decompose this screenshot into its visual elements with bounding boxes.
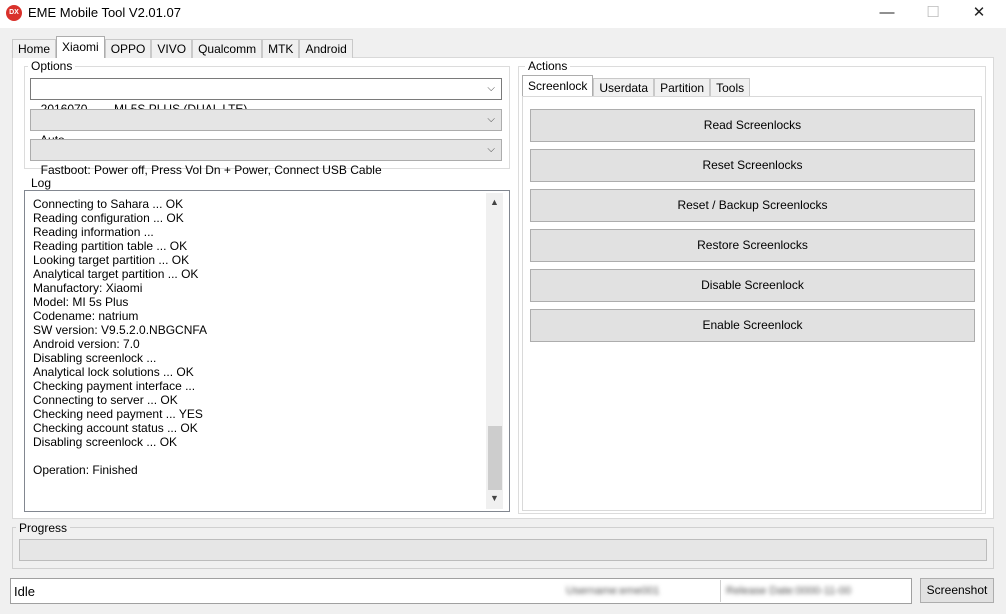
log-line: Operation: Finished [33, 463, 138, 477]
tab-partition[interactable]: Partition [654, 78, 711, 97]
disable-screenlock-button[interactable]: Disable Screenlock [530, 269, 975, 302]
log-line: Reading configuration ... OK [33, 211, 184, 225]
log-line: SW version: V9.5.2.0.NBGCNFA [33, 323, 208, 337]
username-text: Username:eme001 [566, 585, 660, 597]
log-label: Log [28, 176, 55, 190]
app-icon: DX [6, 5, 22, 21]
tab-vivo[interactable]: VIVO [151, 39, 193, 58]
tab-screenlock[interactable]: Screenlock [522, 75, 594, 97]
log-line: Android version: 7.0 [33, 337, 140, 351]
chevron-down-icon: ⌵ [487, 83, 495, 94]
maximize-button[interactable]: ☐ [910, 0, 956, 28]
log-line: Disabling screenlock ... [33, 351, 157, 365]
read-screenlocks-button[interactable]: Read Screenlocks [530, 109, 975, 142]
actions-label: Actions [525, 59, 571, 73]
minimize-icon: — [879, 4, 895, 21]
progress-label: Progress [16, 521, 71, 535]
scroll-down-icon[interactable]: ▼ [490, 493, 499, 503]
chevron-down-icon: ⌵ [487, 144, 495, 155]
log-line: Disabling screenlock ... OK [33, 435, 178, 449]
log-line: Checking need payment ... YES [33, 407, 203, 421]
log-line: Connecting to Sahara ... OK [33, 197, 184, 211]
log-line: Codename: natrium [33, 309, 139, 323]
reset-backup-screenlocks-button[interactable]: Reset / Backup Screenlocks [530, 189, 975, 222]
mode-select[interactable]: Auto ⌵ [30, 109, 502, 147]
tab-tools[interactable]: Tools [710, 78, 751, 97]
maximize-icon: ☐ [926, 4, 940, 21]
log-line: Analytical lock solutions ... OK [33, 365, 194, 379]
model-select[interactable]: 2016070 MI 5S PLUS (DUAL LTE) ⌵ [30, 78, 502, 116]
tab-qualcomm[interactable]: Qualcomm [192, 39, 263, 58]
tab-home[interactable]: Home [12, 39, 57, 58]
log-line: Reading information ... [33, 225, 154, 239]
log-line: Connecting to server ... OK [33, 393, 178, 407]
status-divider [720, 580, 721, 602]
scroll-up-icon[interactable]: ▲ [490, 197, 499, 207]
method-select-value: Fastboot: Power off, Press Vol Dn + Powe… [40, 163, 382, 177]
actions-tab-strip: Screenlock Userdata Partition Tools [522, 75, 751, 97]
log-line: Model: MI 5s Plus [33, 295, 129, 309]
tab-userdata[interactable]: Userdata [593, 78, 655, 97]
options-label: Options [28, 59, 76, 73]
enable-screenlock-button[interactable]: Enable Screenlock [530, 309, 975, 342]
restore-screenlocks-button[interactable]: Restore Screenlocks [530, 229, 975, 262]
method-select[interactable]: Fastboot: Power off, Press Vol Dn + Powe… [30, 139, 502, 177]
log-line: Reading partition table ... OK [33, 239, 188, 253]
minimize-button[interactable]: — [864, 0, 910, 28]
chevron-down-icon: ⌵ [487, 114, 495, 125]
status-text: Idle [14, 584, 35, 599]
log-line: Checking account status ... OK [33, 421, 198, 435]
close-button[interactable]: ✕ [956, 0, 1002, 28]
close-icon: ✕ [972, 4, 986, 21]
reset-screenlocks-button[interactable]: Reset Screenlocks [530, 149, 975, 182]
tab-android[interactable]: Android [299, 39, 353, 58]
screenshot-button[interactable]: Screenshot [920, 578, 994, 603]
tab-oppo[interactable]: OPPO [104, 39, 152, 58]
log-line: Checking payment interface ... [33, 379, 196, 393]
tab-xiaomi[interactable]: Xiaomi [56, 36, 105, 58]
log-textarea[interactable]: Connecting to Sahara ... OK Reading confi… [24, 190, 510, 512]
tab-mtk[interactable]: MTK [262, 39, 300, 58]
window-title: EME Mobile Tool V2.01.07 [28, 5, 181, 20]
log-line: Manufactory: Xiaomi [33, 281, 143, 295]
progress-bar [19, 539, 987, 561]
log-scroll-thumb[interactable] [488, 426, 502, 490]
release-date-text: Release Date:0000-11-00 [726, 585, 852, 597]
main-tab-strip: Home Xiaomi OPPO VIVO Qualcomm MTK Andro… [12, 36, 353, 58]
log-line: Analytical target partition ... OK [33, 267, 199, 281]
log-line: Looking target partition ... OK [33, 253, 190, 267]
